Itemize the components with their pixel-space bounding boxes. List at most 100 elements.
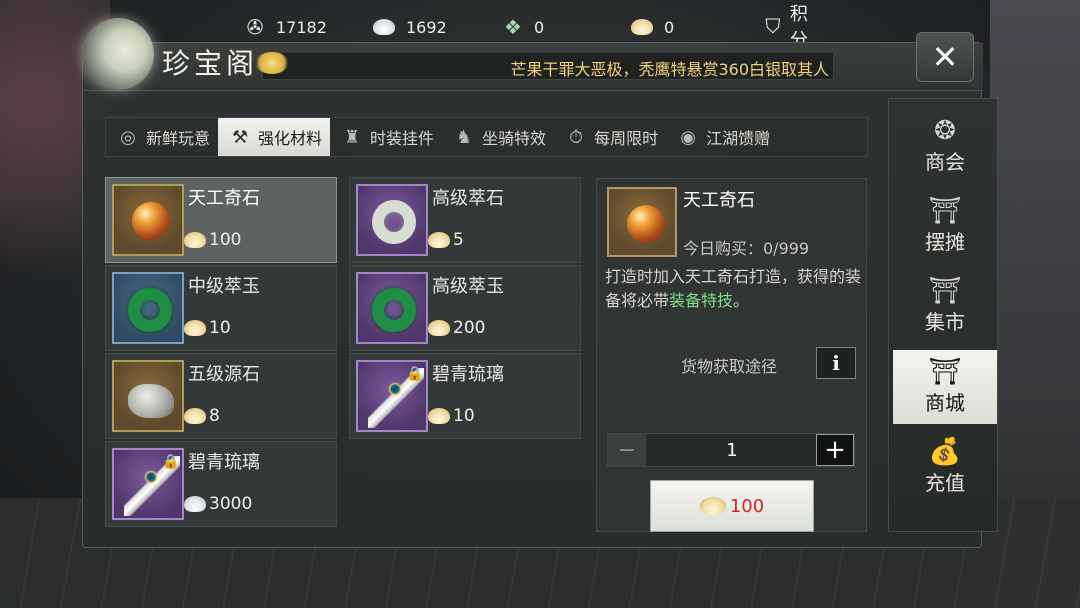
item-name: 天工奇石 xyxy=(188,188,260,209)
info-icon: i xyxy=(832,351,840,375)
stopwatch-icon: ⏱ xyxy=(569,126,584,148)
item-thumbnail xyxy=(112,272,184,344)
buy-button[interactable]: 100 xyxy=(650,480,814,532)
side-nav-label: 商会 xyxy=(925,149,965,174)
announcement-text: 芒果干罪大恶极，秃鹰特悬赏360白银取其人 xyxy=(510,60,829,79)
item-thumbnail xyxy=(356,272,428,344)
rock-icon xyxy=(128,384,174,418)
item-price: 10 xyxy=(428,406,475,426)
side-nav-label: 充值 xyxy=(925,470,965,495)
side-nav-item-guild[interactable]: ❂ 商会 xyxy=(893,109,997,183)
currency-gold-ingot[interactable]: 0 xyxy=(628,7,674,47)
description-suffix: 。 xyxy=(733,291,750,310)
shop-item[interactable]: 五级源石 8 xyxy=(105,353,337,439)
orange-gem-icon xyxy=(627,205,665,243)
item-name: 五级源石 xyxy=(188,364,260,385)
tab-enhance-materials[interactable]: ⚒ 强化材料 xyxy=(218,118,331,156)
price-value: 100 xyxy=(209,230,242,250)
minus-icon: − xyxy=(617,437,637,463)
tab-mount-effects[interactable]: ♞ 坐骑特效 xyxy=(442,118,554,156)
item-price: 5 xyxy=(428,230,464,250)
guild-emblem-icon: ❂ xyxy=(934,115,956,146)
film-reel-icon: ✇ xyxy=(246,15,264,39)
points-shield-icon: ⛉ xyxy=(765,14,781,38)
tab-label: 江湖馈赠 xyxy=(706,129,771,148)
item-name: 碧青琉璃 xyxy=(432,364,504,385)
lock-icon: 🔒 xyxy=(406,366,424,382)
lock-icon: 🔒 xyxy=(162,454,180,470)
white-jade-ring-icon xyxy=(372,200,416,244)
currency-value: 0 xyxy=(534,17,545,37)
increase-quantity-button[interactable]: + xyxy=(816,434,854,466)
item-thumbnail: 🔒 xyxy=(356,360,428,432)
silver-ingot-icon xyxy=(370,14,400,40)
shop-item[interactable]: 中级萃玉 10 xyxy=(105,265,337,351)
tab-fresh-items[interactable]: ◎ 新鲜玩意 xyxy=(106,118,218,156)
currency-value: 17182 xyxy=(276,17,327,37)
shop-item[interactable]: 高级萃石 5 xyxy=(349,177,581,263)
robe-icon: ♜ xyxy=(343,126,361,148)
tab-label: 每周限时 xyxy=(594,129,659,148)
quantity-stepper: − 1 + xyxy=(607,433,855,467)
price-value: 8 xyxy=(209,406,220,426)
item-price: 8 xyxy=(184,406,220,426)
orange-gem-icon xyxy=(132,202,170,240)
gold-ingot-icon xyxy=(184,408,206,424)
currency-jade-ticket[interactable]: ❖ 0 xyxy=(498,7,544,47)
tab-label: 强化材料 xyxy=(258,129,323,148)
currency-value: 1692 xyxy=(406,17,447,37)
gold-ingot-icon xyxy=(428,408,450,424)
shop-item[interactable]: 天工奇石 100 xyxy=(105,177,337,263)
price-value: 3000 xyxy=(209,494,253,514)
tab-fashion-accessories[interactable]: ♜ 时装挂件 xyxy=(330,118,442,156)
currency-value: 0 xyxy=(664,17,675,37)
shop-item[interactable]: 高级萃玉 200 xyxy=(349,265,581,351)
item-name: 碧青琉璃 xyxy=(188,452,260,473)
item-price: 100 xyxy=(184,230,241,250)
detail-thumbnail xyxy=(607,187,677,257)
horse-icon: ♞ xyxy=(455,126,473,148)
decrease-quantity-button[interactable]: − xyxy=(608,434,646,466)
silver-ingot-icon xyxy=(184,496,206,512)
shop-item[interactable]: 🔒 碧青琉璃 10 xyxy=(349,353,581,439)
close-button[interactable]: ✕ xyxy=(916,32,974,82)
gold-ingot-plus-icon xyxy=(628,14,658,40)
shop-item[interactable]: 🔒 碧青琉璃 3000 xyxy=(105,441,337,527)
market-icon: ⛩ xyxy=(928,275,962,306)
currency-silver-ingot[interactable]: 1692 xyxy=(370,7,447,47)
gold-ingot-icon xyxy=(184,232,206,248)
close-icon: ✕ xyxy=(931,38,959,76)
daily-purchase-limit: 今日购买：0/999 xyxy=(683,239,810,258)
gold-ingot-icon xyxy=(428,232,450,248)
points-button[interactable]: ⛉ 积分 xyxy=(762,4,816,51)
item-thumbnail: 🔒 xyxy=(112,448,184,520)
gold-cloud-ornament xyxy=(255,52,289,74)
tab-jianghu-gifts[interactable]: ◉ 江湖馈赠 xyxy=(666,118,778,156)
price-value: 10 xyxy=(453,406,475,426)
announcement-marquee: 芒果干罪大恶极，秃鹰特悬赏360白银取其人 xyxy=(262,52,834,80)
side-nav-item-recharge[interactable]: 💰 充值 xyxy=(893,430,997,504)
quantity-input[interactable]: 1 xyxy=(648,440,816,461)
jade-ticket-icon: ❖ xyxy=(504,15,522,39)
item-price: 10 xyxy=(184,318,231,338)
item-description: 打造时加入天工奇石打造，获得的装备将必带装备特技。 xyxy=(605,265,863,313)
tab-label: 时装挂件 xyxy=(370,129,435,148)
price-value: 5 xyxy=(453,230,464,250)
item-thumbnail xyxy=(112,360,184,432)
detail-item-name: 天工奇石 xyxy=(683,190,755,211)
buy-price: 100 xyxy=(729,495,765,517)
money-bag-icon: 💰 xyxy=(928,436,962,467)
description-highlight: 装备特技 xyxy=(669,291,734,310)
moon-emblem xyxy=(82,18,154,90)
gold-ingot-icon xyxy=(699,497,726,515)
item-name: 中级萃玉 xyxy=(188,276,260,297)
side-nav-item-market[interactable]: ⛩ 集市 xyxy=(893,269,997,343)
gold-ingot-icon xyxy=(184,320,206,336)
item-price: 3000 xyxy=(184,494,252,514)
tab-weekly-limited[interactable]: ⏱ 每周限时 xyxy=(554,118,666,156)
currency-film-reel[interactable]: ✇ 17182 xyxy=(240,7,327,47)
side-nav-item-stall[interactable]: ⛩ 摆摊 xyxy=(893,189,997,263)
info-button[interactable]: i xyxy=(816,347,856,379)
side-nav-item-mall[interactable]: ⛩ 商城 xyxy=(893,350,997,424)
side-nav: ❂ 商会 ⛩ 摆摊 ⛩ 集市 ⛩ 商城 💰 充值 xyxy=(888,98,998,532)
